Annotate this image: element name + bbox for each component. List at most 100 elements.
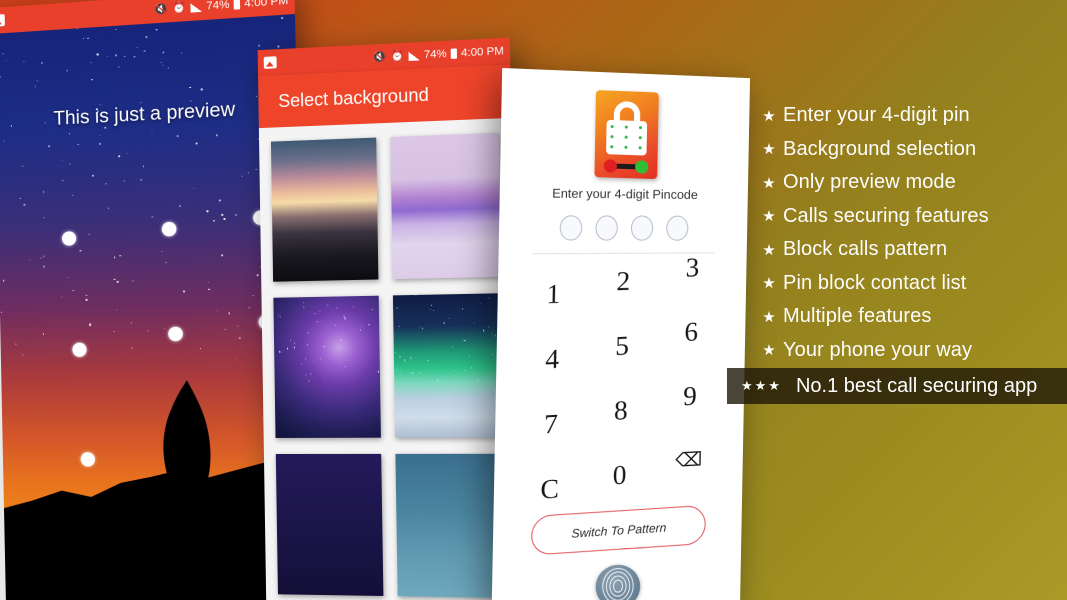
mute-icon: 🔇 [372, 51, 386, 63]
thumb-aurora-borealis[interactable] [393, 293, 504, 437]
star-speck [224, 329, 225, 330]
star-speck [372, 309, 373, 310]
star-speck [310, 374, 311, 375]
star-speck [97, 54, 98, 55]
fingerprint-icon[interactable] [595, 565, 640, 600]
signal-icon [408, 51, 419, 61]
wallpaper-grid [259, 118, 519, 600]
star-speck [145, 50, 146, 51]
clock-time: 4:00 PM [461, 45, 504, 59]
star-speck [344, 366, 345, 367]
mute-icon: 🔇 [154, 3, 168, 15]
star-speck [62, 159, 63, 160]
star-speck [146, 36, 148, 38]
star-speck [136, 47, 137, 48]
star-speck [108, 208, 109, 209]
star-speck [96, 110, 98, 112]
star-speck [44, 266, 45, 267]
star-speck [324, 378, 325, 379]
key-0[interactable]: 0 [584, 442, 654, 508]
key-8[interactable]: 8 [586, 378, 656, 444]
key-3[interactable]: 3 [657, 235, 727, 300]
feature-item: ★ Pin block contact list [755, 272, 1067, 295]
pin-dot [595, 216, 618, 241]
star-speck [207, 211, 208, 212]
key-7[interactable]: 7 [515, 391, 586, 457]
star-speck [3, 53, 4, 54]
star-speck [40, 257, 41, 258]
pin-dot [559, 216, 582, 241]
star-speck [165, 262, 166, 263]
star-speck [303, 302, 304, 303]
star-speck [412, 372, 413, 373]
decline-call-icon [603, 160, 616, 174]
star-speck [1, 312, 2, 313]
feature-label: Only preview mode [783, 171, 956, 194]
lock-body-icon [606, 120, 647, 156]
star-speck [161, 251, 162, 252]
star-speck [92, 79, 93, 80]
star-speck [118, 155, 120, 157]
star-speck [24, 204, 25, 205]
star-speck [433, 310, 434, 311]
appbar-title: Select background [278, 84, 429, 112]
phone-pincode: Enter your 4-digit Pincode 1 2 3 4 5 6 7… [492, 68, 750, 600]
star-speck [323, 346, 324, 347]
star-speck [419, 326, 420, 327]
star-speck [221, 254, 223, 256]
star-speck [189, 87, 190, 88]
thumb-purple-waves[interactable] [390, 133, 501, 279]
star-speck [29, 260, 30, 261]
star-speck [185, 112, 186, 113]
star-speck [162, 51, 164, 53]
star-speck [430, 309, 431, 310]
star-speck [200, 348, 201, 349]
star-speck [410, 358, 411, 359]
star-speck [431, 304, 432, 305]
pin-keypad: 1 2 3 4 5 6 7 8 9 C 0 ⌫ [514, 256, 727, 522]
star-speck [495, 335, 496, 336]
star-speck [164, 328, 165, 329]
star-speck [208, 281, 209, 282]
feature-list: ★ Enter your 4-digit pin ★ Background se… [755, 104, 1067, 372]
star-speck [464, 340, 465, 341]
star-speck [132, 280, 133, 281]
star-speck [183, 290, 185, 292]
thumb-navy-night[interactable] [276, 454, 384, 596]
alarm-icon: ⏰ [172, 2, 187, 14]
star-speck [140, 179, 141, 180]
feature-item: ★ Only preview mode [755, 171, 1067, 194]
star-speck [396, 369, 397, 370]
star-speck [317, 321, 318, 322]
thumb-teal-sky[interactable] [395, 454, 506, 598]
star-speck [88, 37, 89, 38]
key-2[interactable]: 2 [588, 249, 658, 314]
pattern-node [168, 327, 183, 342]
star-speck [248, 307, 249, 308]
star-speck [44, 217, 45, 218]
accept-call-icon [635, 161, 648, 175]
thumb-sunset-clouds[interactable] [271, 138, 378, 282]
star-speck [471, 367, 472, 368]
thumb-purple-galaxy[interactable] [273, 296, 381, 438]
key-9[interactable]: 9 [655, 364, 725, 430]
star-speck [69, 133, 70, 134]
pattern-node [162, 222, 177, 237]
star-speck [344, 318, 345, 319]
image-icon [264, 56, 277, 69]
star-speck [66, 70, 67, 71]
star-speck [86, 295, 87, 296]
star-speck [124, 55, 125, 56]
key-4[interactable]: 4 [517, 326, 588, 392]
star-speck [131, 347, 132, 348]
star-speck [117, 281, 118, 282]
key-backspace[interactable]: ⌫ [654, 428, 724, 494]
star-icon: ★ [755, 174, 783, 192]
feature-label: Pin block contact list [783, 272, 966, 295]
key-5[interactable]: 5 [587, 313, 657, 379]
image-icon [0, 14, 5, 27]
key-6[interactable]: 6 [656, 300, 726, 365]
star-speck [224, 218, 225, 219]
alarm-icon: ⏰ [390, 50, 404, 62]
key-1[interactable]: 1 [518, 262, 589, 328]
